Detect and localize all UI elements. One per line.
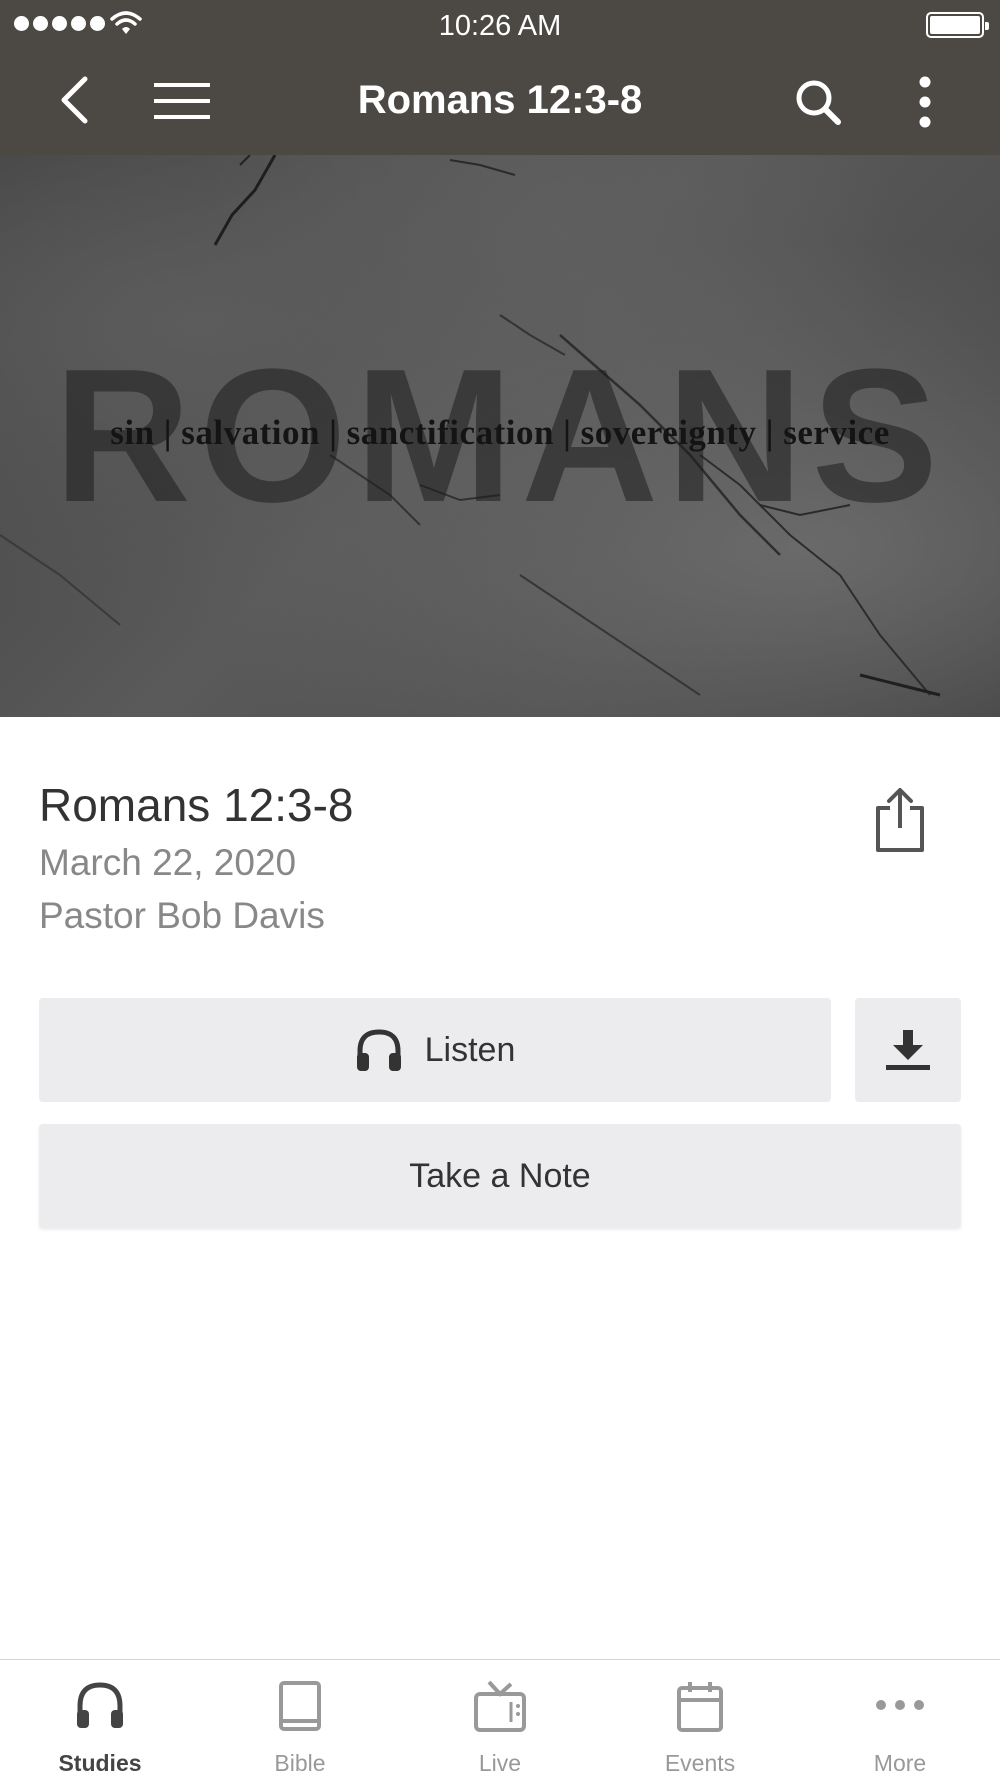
vertical-dots-icon [919, 76, 931, 128]
tab-studies[interactable]: Studies [0, 1660, 200, 1778]
listen-button[interactable]: Listen [39, 998, 831, 1102]
headphones-icon [77, 1682, 123, 1728]
sermon-series-image: ROMANS sin | salvation | sanctification … [0, 155, 1000, 717]
tab-bible[interactable]: Bible [200, 1660, 400, 1778]
book-icon [279, 1681, 321, 1731]
more-dots-icon [876, 1700, 924, 1710]
tv-icon [474, 1680, 526, 1732]
hamburger-icon [154, 83, 210, 119]
bottom-tab-bar: Studies Bible Live Events More [0, 1659, 1000, 1778]
take-note-button[interactable]: Take a Note [39, 1124, 961, 1228]
more-options-button[interactable] [905, 72, 945, 132]
top-bar: 10:26 AM Romans 12:3-8 [0, 0, 1000, 155]
app-screen: 10:26 AM Romans 12:3-8 ROMANS sin | salv… [0, 0, 1000, 1778]
calendar-icon [677, 1682, 723, 1732]
tab-label: More [873, 1750, 927, 1776]
status-time: 10:26 AM [438, 10, 562, 42]
sermon-speaker: Pastor Bob Davis [39, 895, 325, 936]
take-note-label: Take a Note [409, 1156, 591, 1195]
sermon-date: March 22, 2020 [39, 842, 297, 883]
tab-label: Events [664, 1750, 736, 1776]
listen-label: Listen [424, 1030, 516, 1069]
sermon-title: Romans 12:3-8 [39, 779, 354, 831]
tab-more[interactable]: More [800, 1660, 1000, 1778]
chevron-left-icon [61, 76, 88, 124]
tab-live[interactable]: Live [400, 1660, 600, 1778]
nav-title: Romans 12:3-8 [357, 78, 643, 122]
share-icon [876, 788, 924, 852]
tab-label: Bible [274, 1750, 326, 1776]
search-icon [796, 80, 841, 125]
tab-label: Studies [58, 1750, 142, 1776]
headphones-icon [356, 1029, 401, 1071]
status-bar: 10:26 AM [0, 0, 1000, 50]
share-button[interactable] [872, 786, 928, 854]
tab-label: Live [478, 1750, 522, 1776]
back-button[interactable] [48, 72, 100, 128]
battery-icon [926, 12, 989, 38]
search-button[interactable] [790, 74, 846, 130]
download-button[interactable] [855, 998, 961, 1102]
tab-events[interactable]: Events [600, 1660, 800, 1778]
download-icon [886, 1030, 930, 1070]
hero-tagline: sin | salvation | sanctification | sover… [110, 413, 890, 452]
menu-button[interactable] [150, 78, 214, 124]
